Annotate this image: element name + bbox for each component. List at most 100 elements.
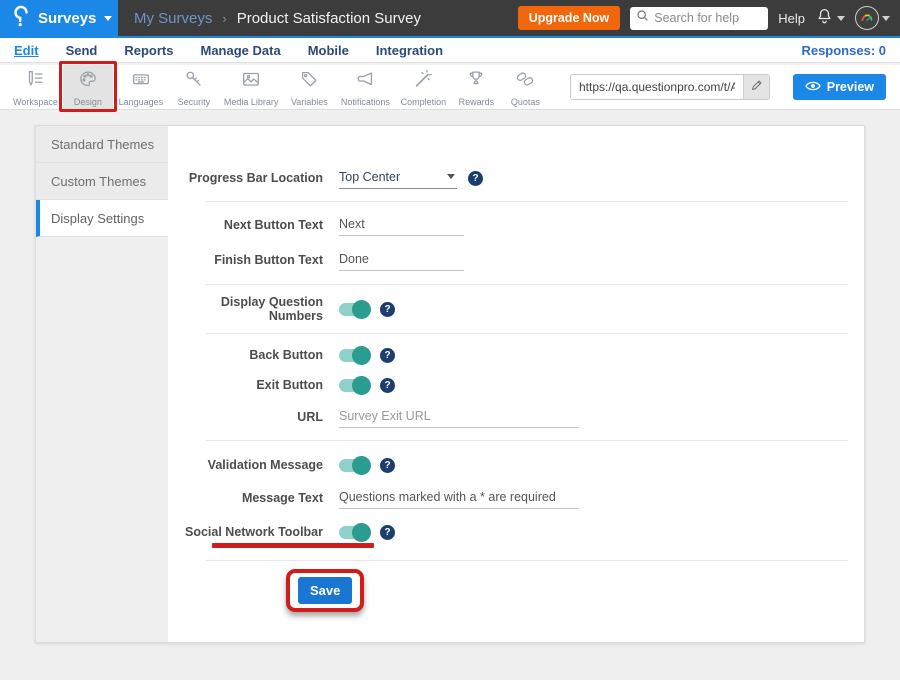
help-icon[interactable]: ? bbox=[380, 525, 395, 540]
key-icon bbox=[183, 68, 205, 95]
tab-reports[interactable]: Reports bbox=[124, 43, 173, 58]
search-input[interactable] bbox=[654, 11, 762, 25]
back-button-row: Back Button ? bbox=[168, 343, 864, 367]
save-row: Save bbox=[286, 569, 864, 612]
progress-bar-location-select[interactable]: Top Center bbox=[339, 168, 457, 189]
help-icon[interactable]: ? bbox=[468, 171, 483, 186]
display-question-numbers-label: Display Question Numbers bbox=[168, 295, 323, 323]
keyboard-icon bbox=[130, 68, 152, 95]
tab-edit[interactable]: Edit bbox=[14, 43, 39, 58]
exit-url-input[interactable] bbox=[339, 407, 579, 428]
toolbar-item-media-library[interactable]: Media Library bbox=[219, 65, 284, 109]
message-text-row: Message Text bbox=[168, 483, 864, 513]
sidebar-item-display-settings[interactable]: Display Settings bbox=[36, 200, 168, 237]
social-network-toolbar-toggle[interactable] bbox=[339, 526, 369, 539]
account-menu[interactable] bbox=[855, 6, 890, 30]
edit-toolbar: Workspace Design Languages Security M bbox=[0, 65, 900, 110]
notifications-menu[interactable] bbox=[815, 6, 845, 31]
divider bbox=[206, 440, 848, 441]
survey-url-input[interactable] bbox=[571, 75, 743, 99]
social-network-toolbar-label: Social Network Toolbar bbox=[168, 525, 323, 539]
responses-count[interactable]: Responses: 0 bbox=[801, 43, 886, 58]
breadcrumb-separator: › bbox=[222, 11, 226, 26]
avatar bbox=[855, 6, 879, 30]
chevron-down-icon bbox=[447, 174, 455, 179]
divider bbox=[206, 333, 848, 334]
help-search[interactable] bbox=[630, 7, 768, 30]
toolbar-item-quotas[interactable]: Quotas bbox=[501, 65, 549, 109]
exit-button-toggle[interactable] bbox=[339, 379, 369, 392]
progress-bar-location-label: Progress Bar Location bbox=[168, 171, 323, 185]
upgrade-now-button[interactable]: Upgrade Now bbox=[518, 6, 621, 30]
themes-sidebar: Standard Themes Custom Themes Display Se… bbox=[36, 126, 168, 642]
validation-message-row: Validation Message ? bbox=[168, 450, 864, 480]
next-button-text-label: Next Button Text bbox=[168, 218, 323, 232]
survey-url-group bbox=[570, 74, 770, 100]
survey-nav: Edit Send Reports Manage Data Mobile Int… bbox=[0, 36, 900, 63]
tab-integration[interactable]: Integration bbox=[376, 43, 443, 58]
chain-link-icon bbox=[514, 68, 536, 95]
help-icon[interactable]: ? bbox=[380, 378, 395, 393]
message-text-input[interactable] bbox=[339, 488, 579, 509]
toolbar-item-variables[interactable]: Variables bbox=[283, 65, 335, 109]
top-header: Surveys My Surveys › Product Satisfactio… bbox=[0, 0, 900, 36]
finish-button-text-label: Finish Button Text bbox=[168, 253, 323, 267]
display-settings-form: Progress Bar Location Top Center ? Next … bbox=[168, 126, 864, 612]
finish-button-text-input[interactable] bbox=[339, 250, 464, 271]
validation-message-label: Validation Message bbox=[168, 458, 323, 472]
breadcrumb-my-surveys[interactable]: My Surveys bbox=[134, 10, 212, 27]
chevron-down-icon bbox=[837, 16, 845, 21]
toolbar-item-workspace[interactable]: Workspace bbox=[8, 65, 63, 109]
header-actions: Upgrade Now Help bbox=[518, 0, 890, 36]
next-button-text-row: Next Button Text bbox=[168, 210, 864, 240]
divider bbox=[206, 284, 848, 285]
product-switcher[interactable]: Surveys bbox=[0, 0, 118, 36]
toolbar-item-notifications[interactable]: Notifications bbox=[335, 65, 395, 109]
chevron-down-icon bbox=[104, 16, 112, 21]
exit-url-row: URL bbox=[168, 405, 864, 429]
breadcrumb: My Surveys › Product Satisfaction Survey bbox=[134, 10, 421, 27]
next-button-text-input[interactable] bbox=[339, 215, 464, 236]
questionpro-design-settings-page: Surveys My Surveys › Product Satisfactio… bbox=[0, 0, 900, 680]
display-question-numbers-row: Display Question Numbers ? bbox=[168, 294, 864, 324]
chevron-down-icon bbox=[882, 16, 890, 21]
back-button-toggle[interactable] bbox=[339, 349, 369, 362]
design-settings-card: Standard Themes Custom Themes Display Se… bbox=[35, 125, 865, 643]
display-question-numbers-toggle[interactable] bbox=[339, 303, 369, 316]
image-icon bbox=[240, 68, 262, 95]
tab-send[interactable]: Send bbox=[66, 43, 98, 58]
tag-icon bbox=[298, 68, 320, 95]
exit-button-row: Exit Button ? bbox=[168, 373, 864, 397]
toolbar-item-security[interactable]: Security bbox=[169, 65, 219, 109]
exit-url-label: URL bbox=[168, 410, 323, 424]
trophy-icon bbox=[465, 68, 487, 95]
divider bbox=[206, 201, 848, 202]
product-label: Surveys bbox=[38, 10, 96, 27]
back-button-label: Back Button bbox=[168, 348, 323, 362]
search-icon bbox=[636, 9, 649, 27]
message-text-label: Message Text bbox=[168, 491, 323, 505]
divider bbox=[206, 560, 848, 561]
toolbar-item-design[interactable]: Design bbox=[63, 65, 113, 109]
workspace-icon bbox=[24, 68, 46, 95]
help-icon[interactable]: ? bbox=[380, 302, 395, 317]
save-button[interactable]: Save bbox=[298, 577, 352, 604]
tab-mobile[interactable]: Mobile bbox=[308, 43, 349, 58]
edit-url-button[interactable] bbox=[743, 75, 769, 99]
annotation-box-save: Save bbox=[286, 569, 364, 612]
sidebar-item-custom-themes[interactable]: Custom Themes bbox=[36, 163, 168, 200]
validation-message-toggle[interactable] bbox=[339, 459, 369, 472]
pencil-icon bbox=[750, 79, 763, 95]
help-icon[interactable]: ? bbox=[380, 348, 395, 363]
toolbar-item-rewards[interactable]: Rewards bbox=[451, 65, 501, 109]
progress-bar-location-row: Progress Bar Location Top Center ? bbox=[168, 163, 864, 193]
help-icon[interactable]: ? bbox=[380, 458, 395, 473]
tab-manage-data[interactable]: Manage Data bbox=[200, 43, 280, 58]
preview-button[interactable]: Preview bbox=[793, 74, 886, 100]
sidebar-item-standard-themes[interactable]: Standard Themes bbox=[36, 126, 168, 163]
help-link[interactable]: Help bbox=[778, 11, 805, 26]
toolbar-item-languages[interactable]: Languages bbox=[113, 65, 169, 109]
magic-wand-icon bbox=[412, 68, 434, 95]
toolbar-item-completion[interactable]: Completion bbox=[395, 65, 451, 109]
eye-icon bbox=[805, 80, 821, 95]
